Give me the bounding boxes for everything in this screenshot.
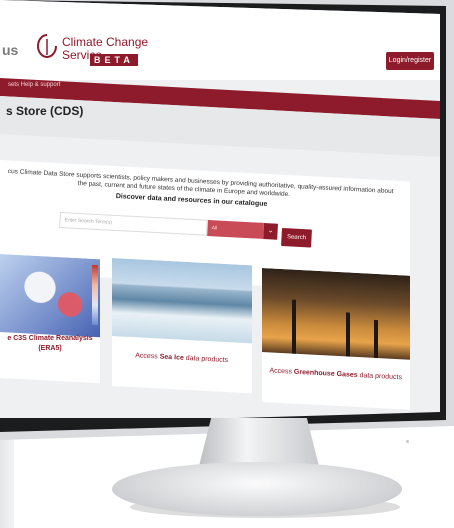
smokestack bbox=[346, 312, 350, 357]
smokestacks-image bbox=[262, 268, 410, 360]
climate-change-logo-icon bbox=[37, 34, 57, 58]
card-sea-ice-highlight: Sea Ice bbox=[159, 353, 184, 362]
smokestack bbox=[292, 299, 296, 354]
nav-links[interactable]: sets Help & support bbox=[8, 82, 60, 88]
card-greenhouse-gases[interactable] bbox=[262, 268, 410, 410]
card-sea-ice-prefix: Access bbox=[135, 352, 160, 361]
era5-map-image bbox=[0, 254, 100, 338]
card-sea-ice[interactable] bbox=[112, 258, 252, 394]
copernicus-logo[interactable]: us bbox=[2, 42, 18, 58]
color-scale-bar bbox=[92, 264, 98, 326]
category-select[interactable]: All bbox=[207, 220, 264, 239]
card-era5-highlight: e C3S Climate Reanalysis (ERA5) bbox=[7, 335, 93, 352]
card-era5-caption[interactable]: e C3S Climate Reanalysis (ERA5) bbox=[0, 334, 100, 354]
beta-badge: BETA bbox=[90, 54, 138, 66]
monitor-bezel: us Climate Change Service BETA Login/reg… bbox=[0, 0, 446, 432]
monitor-stand-base bbox=[112, 462, 402, 516]
monitor-screen: us Climate Change Service BETA Login/reg… bbox=[0, 0, 440, 418]
search-button[interactable]: Search bbox=[281, 228, 312, 248]
card-ghg-highlight: Greenhouse Gases bbox=[293, 368, 358, 380]
sea-ice-image bbox=[112, 258, 252, 344]
monitor-frame: us Climate Change Service BETA Login/reg… bbox=[0, 0, 454, 440]
card-era5[interactable] bbox=[0, 254, 100, 384]
card-sea-ice-suffix: data products bbox=[183, 354, 229, 365]
power-indicator bbox=[406, 440, 409, 443]
chevron-down-icon[interactable]: ⌄ bbox=[263, 223, 278, 240]
page-title: s Store (CDS) bbox=[6, 104, 84, 118]
card-ghg-prefix: Access bbox=[269, 367, 295, 376]
card-ghg-suffix: data products bbox=[357, 372, 403, 382]
smokestack bbox=[374, 319, 378, 359]
login-register-button[interactable]: Login/register bbox=[386, 52, 434, 70]
